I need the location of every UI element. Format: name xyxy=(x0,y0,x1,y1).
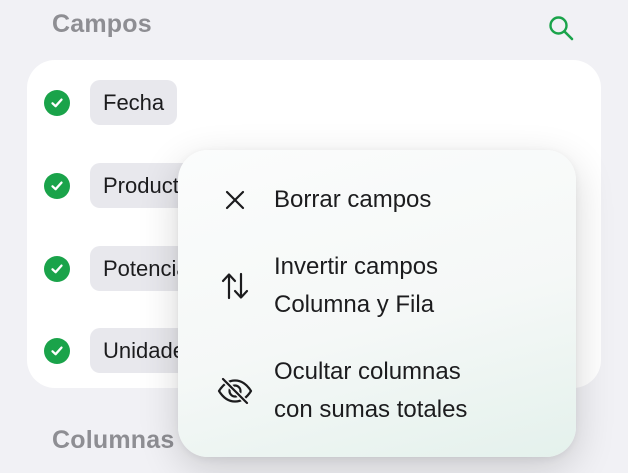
columns-section-title: Columnas xyxy=(52,426,175,454)
menu-item-label: Ocultar columnas con sumas totales xyxy=(274,358,468,423)
eye-slash-icon xyxy=(215,371,255,411)
menu-item-clear-fields[interactable]: Borrar campos xyxy=(178,180,576,220)
context-menu: Borrar campos Invertir campos Columna y … xyxy=(178,150,576,457)
checkmark-icon[interactable] xyxy=(44,256,70,282)
menu-item-hide-total-columns[interactable]: Ocultar columnas con sumas totales xyxy=(178,353,576,429)
search-button[interactable] xyxy=(545,12,577,44)
search-icon xyxy=(549,16,574,41)
checkmark-icon[interactable] xyxy=(44,173,70,199)
checkmark-icon[interactable] xyxy=(44,90,70,116)
menu-item-swap-fields[interactable]: Invertir campos Columna y Fila xyxy=(178,248,576,324)
checkmark-icon[interactable] xyxy=(44,338,70,364)
swap-arrows-icon xyxy=(215,266,255,306)
field-chip[interactable]: Fecha xyxy=(90,80,178,125)
close-icon xyxy=(215,180,255,220)
menu-item-label: Borrar campos xyxy=(274,186,432,213)
menu-item-label: Invertir campos Columna y Fila xyxy=(274,253,439,318)
field-row-fecha[interactable]: Fecha xyxy=(27,80,601,126)
fields-section-title: Campos xyxy=(52,10,152,38)
